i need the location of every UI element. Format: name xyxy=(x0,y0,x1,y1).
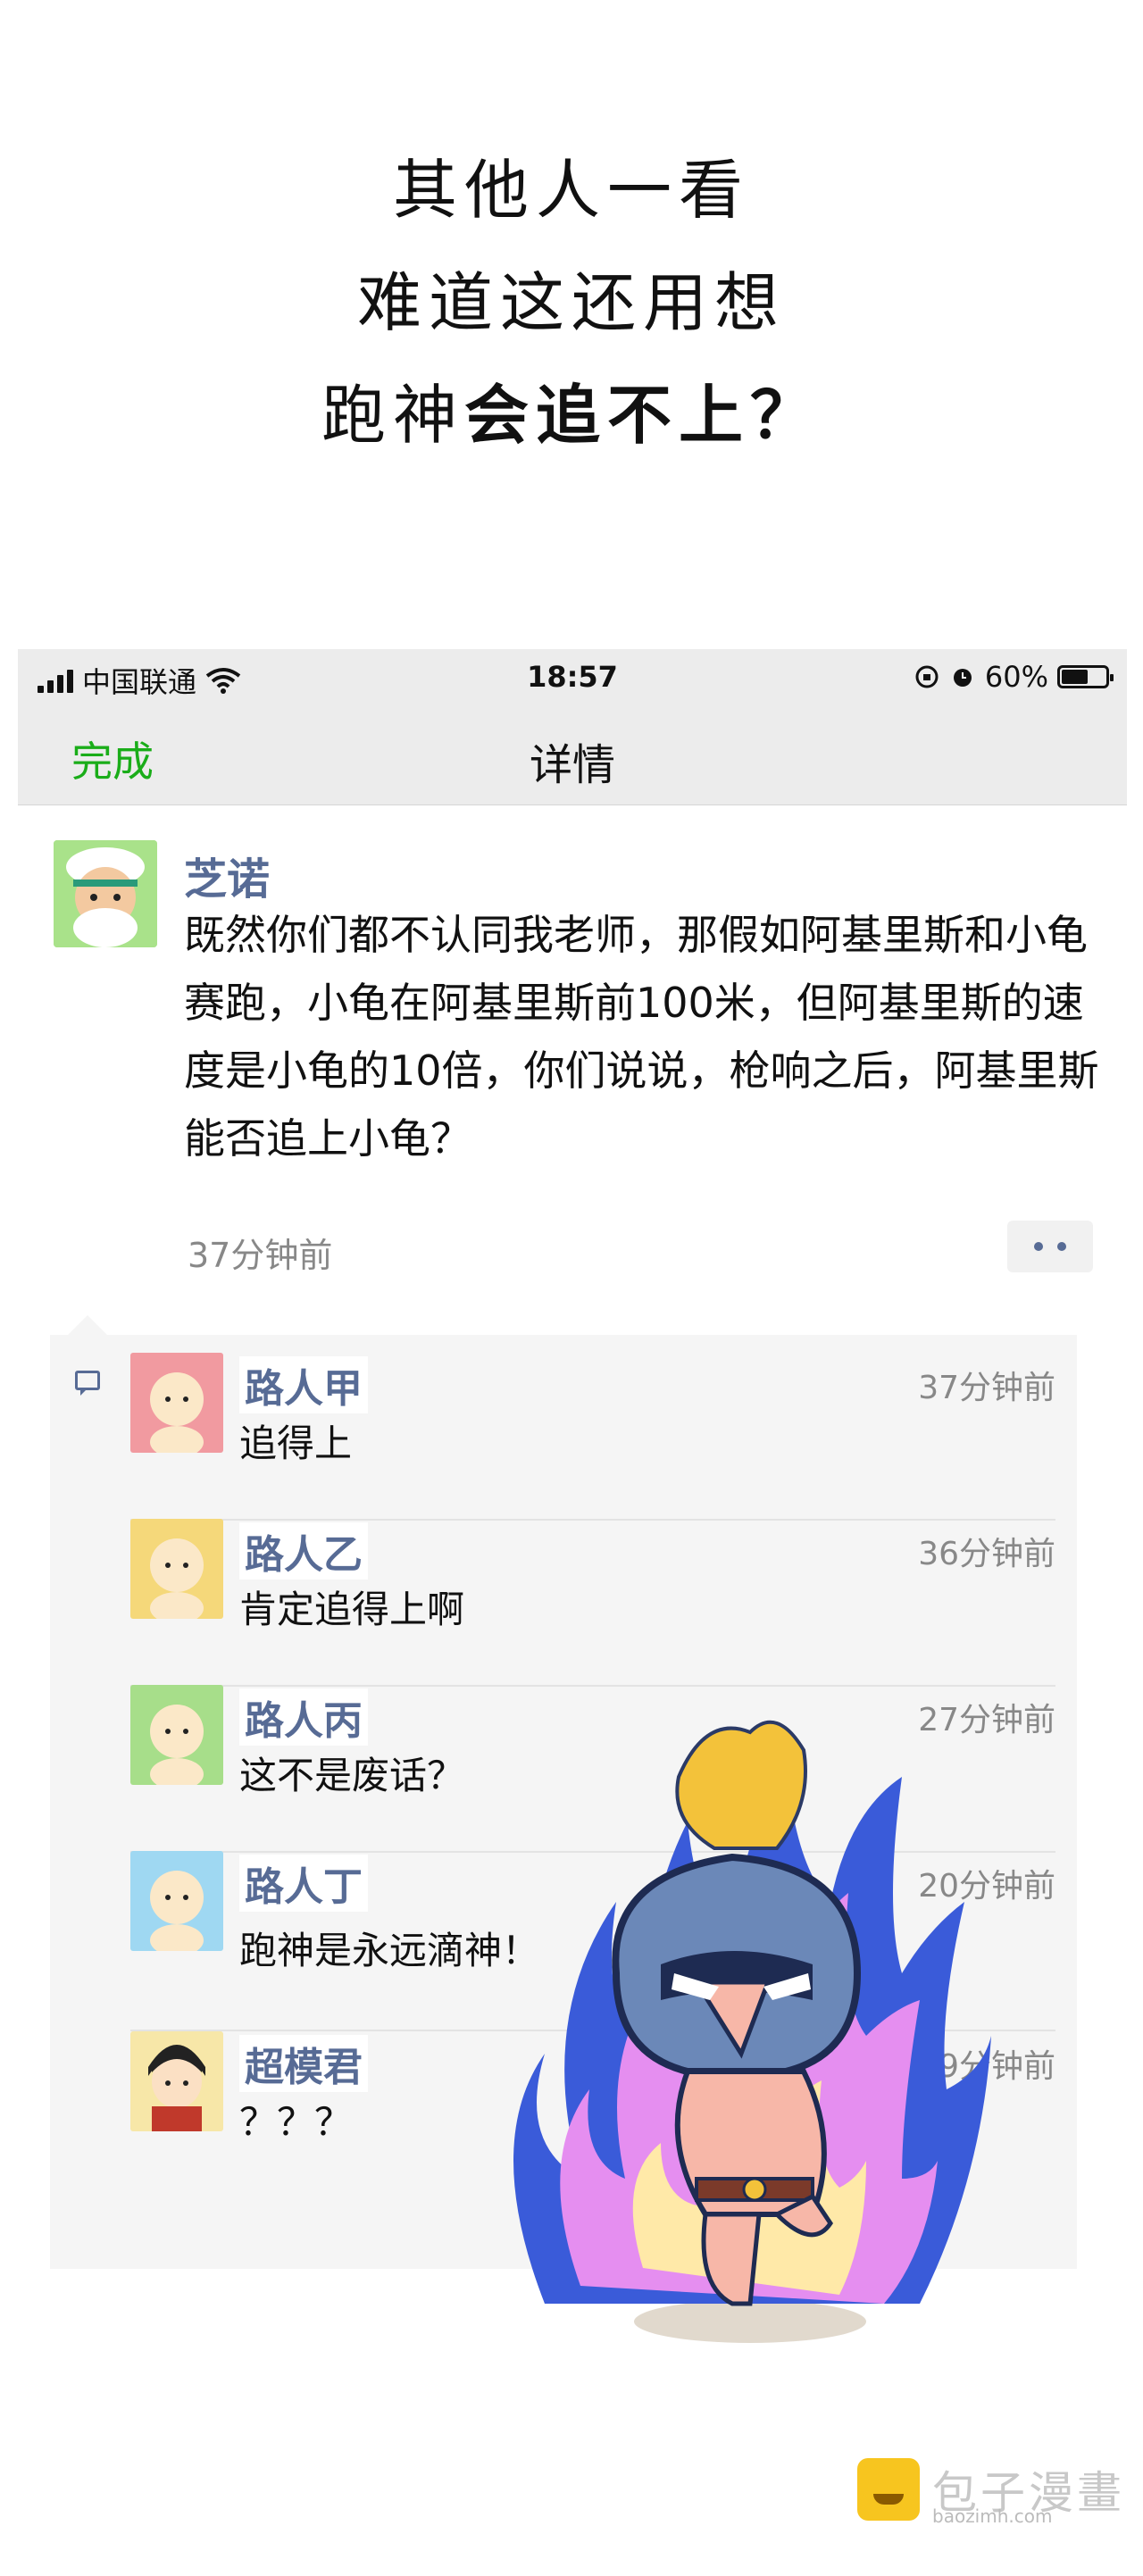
nav-bar: 完成 详情 xyxy=(18,704,1127,805)
comment-avatar[interactable] xyxy=(130,1519,223,1619)
comment-author[interactable]: 路人乙 xyxy=(239,1522,368,1580)
page-title: 详情 xyxy=(529,740,615,790)
bun-logo-icon xyxy=(857,2458,920,2521)
narration-line-1: 其他人一看 xyxy=(392,153,750,228)
status-bar: 中国联通 18:57 60% xyxy=(18,649,1127,704)
poster-avatar[interactable] xyxy=(54,840,157,947)
comment-author[interactable]: 超模君 xyxy=(239,2035,368,2092)
comment-icon xyxy=(75,1371,100,1396)
comment-text: 肯定追得上啊 xyxy=(239,1588,465,1631)
narration-line-3: 跑神会追不上？ xyxy=(0,359,1143,471)
comment-time: 36分钟前 xyxy=(918,1536,1055,1572)
comment-author[interactable]: 路人丙 xyxy=(239,1688,368,1746)
rotation-lock-icon xyxy=(915,665,939,688)
comment-text: 这不是废话？ xyxy=(239,1754,465,1797)
spartan-character-illustration xyxy=(513,1720,991,2343)
more-options-button[interactable] xyxy=(1007,1221,1093,1272)
narration: 其他人一看 难道这还用想 跑神会追不上？ xyxy=(0,134,1143,471)
comment-avatar[interactable] xyxy=(130,1851,223,1951)
comment-avatar[interactable] xyxy=(130,1685,223,1785)
comment-author[interactable]: 路人甲 xyxy=(239,1356,368,1413)
narration-line-2: 难道这还用想 xyxy=(356,265,786,340)
watermark: 包子漫畫 baozimh.com xyxy=(857,2457,1125,2527)
battery-icon xyxy=(1057,665,1114,688)
narration-line-3-part-2: 会追不上？ xyxy=(464,378,822,453)
post-text: 既然你们都不认同我老师，那假如阿基里斯和小龟赛跑，小龟在阿基里斯前100米，但阿… xyxy=(184,911,1099,1163)
post-time: 37分钟前 xyxy=(188,1236,333,1275)
more-dot-icon xyxy=(1057,1242,1066,1251)
comment-avatar[interactable] xyxy=(130,2031,223,2131)
comment-avatar[interactable] xyxy=(130,1353,223,1453)
divider xyxy=(130,1519,1055,1521)
comment-text: 追得上 xyxy=(239,1421,353,1465)
alarm-icon xyxy=(953,669,972,687)
comment-text: ？？？ xyxy=(239,2100,353,2144)
poster-name[interactable]: 芝诺 xyxy=(184,844,270,906)
narration-line-3-part-1: 跑神 xyxy=(321,378,464,453)
comment-time: 37分钟前 xyxy=(918,1370,1055,1406)
battery-percent: 60% xyxy=(984,660,1048,694)
status-right: 60% xyxy=(914,660,1114,694)
watermark-url: baozimh.com xyxy=(932,2505,1053,2527)
more-dot-icon xyxy=(1034,1242,1043,1251)
comment-author[interactable]: 路人丁 xyxy=(239,1855,368,1912)
